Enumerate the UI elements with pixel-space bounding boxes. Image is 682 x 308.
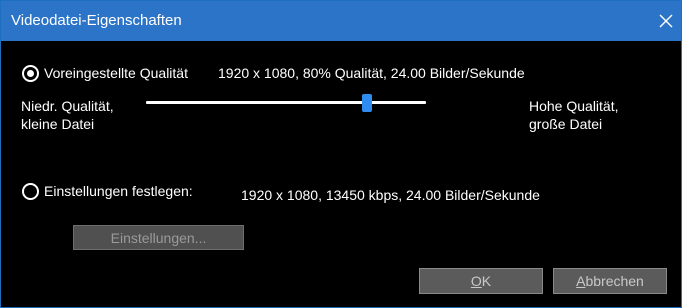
close-icon xyxy=(659,14,673,28)
cancel-button[interactable]: Abbrechen xyxy=(553,268,667,294)
custom-settings-radio[interactable] xyxy=(22,183,39,200)
settings-button-label: Einstellungen... xyxy=(110,229,207,246)
preset-quality-summary: 1920 x 1080, 80% Qualität, 24.00 Bilder/… xyxy=(218,65,525,81)
quality-slider-track[interactable] xyxy=(146,101,426,104)
video-file-properties-dialog: Videodatei-Eigenschaften Voreingestellte… xyxy=(0,0,682,308)
custom-settings-label[interactable]: Einstellungen festlegen: xyxy=(44,183,193,200)
preset-quality-label[interactable]: Voreingestellte Qualität xyxy=(44,65,188,82)
cancel-button-label: bbrechen xyxy=(585,273,644,289)
settings-button[interactable]: Einstellungen... xyxy=(73,225,244,250)
window-title: Videodatei-Eigenschaften xyxy=(11,12,182,29)
cancel-button-mnemonic: A xyxy=(576,273,586,289)
slider-high-label-line1: Hohe Qualität, xyxy=(529,98,619,114)
custom-settings-summary: 1920 x 1080, 13450 kbps, 24.00 Bilder/Se… xyxy=(241,187,540,203)
slider-low-label-line2: kleine Datei xyxy=(21,116,95,132)
ok-button[interactable]: OK xyxy=(419,268,543,294)
close-button[interactable] xyxy=(651,1,681,41)
slider-high-label-line2: große Datei xyxy=(529,116,603,132)
quality-slider-thumb[interactable] xyxy=(362,94,373,112)
ok-button-label: K xyxy=(481,273,492,289)
ok-button-mnemonic: O xyxy=(470,273,482,289)
slider-low-label-line1: Niedr. Qualität, xyxy=(21,98,114,114)
preset-quality-radio[interactable] xyxy=(22,65,39,82)
title-bar[interactable]: Videodatei-Eigenschaften xyxy=(1,1,681,41)
